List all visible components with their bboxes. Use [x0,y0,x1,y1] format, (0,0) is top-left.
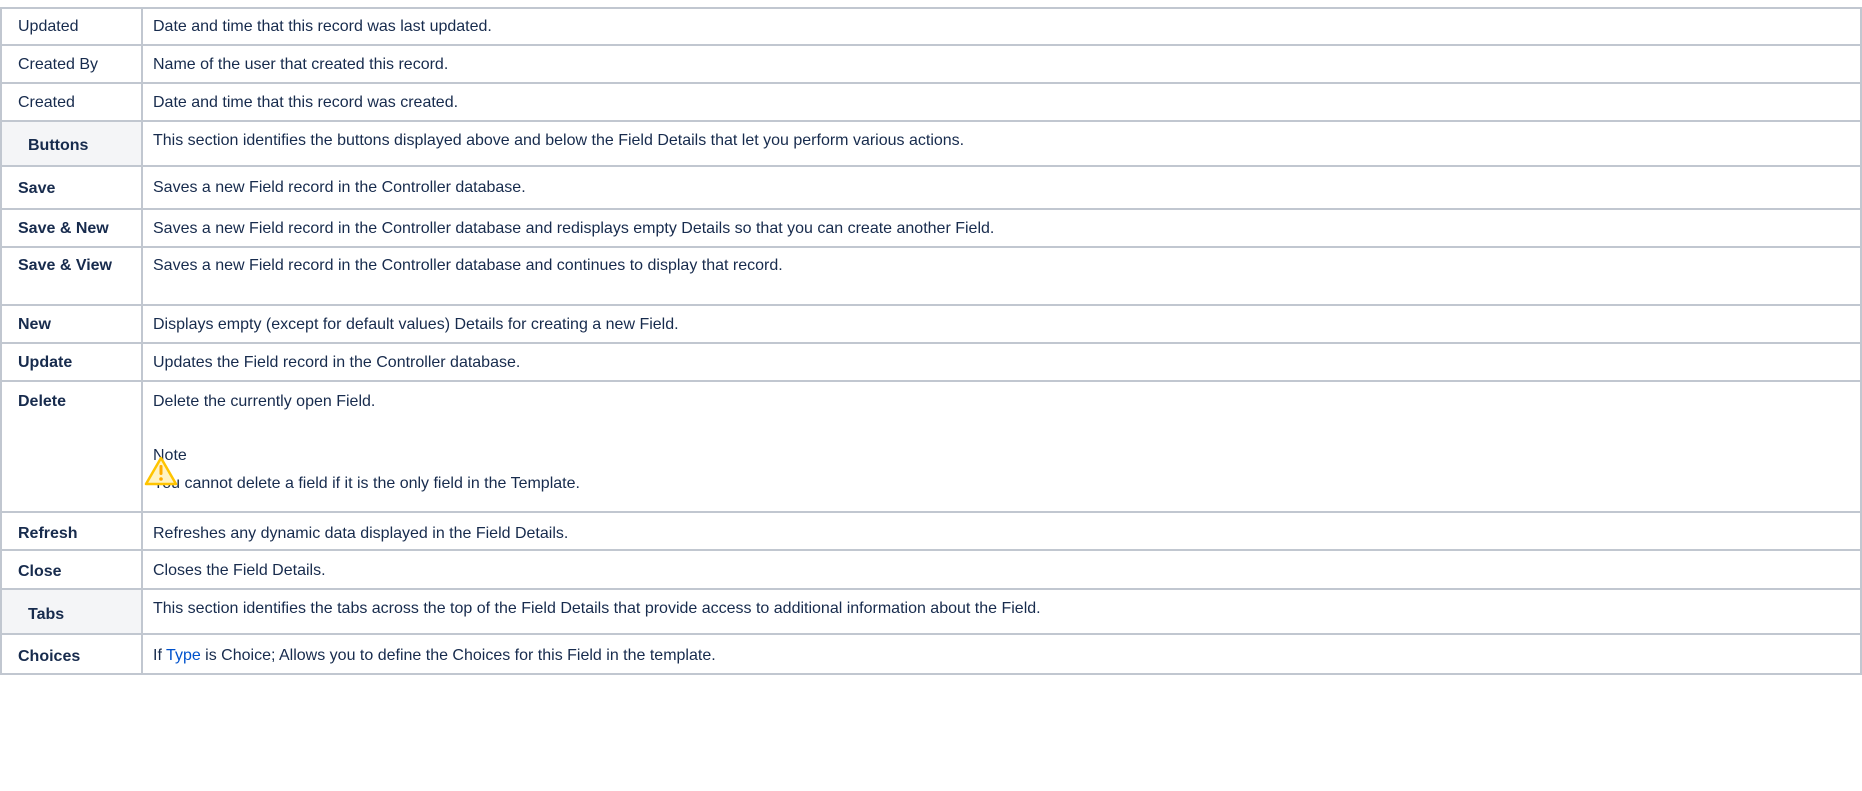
table-row: Save & View Saves a new Field record in … [0,246,1862,306]
row-description: If Type is Choice; Allows you to define … [141,633,1862,675]
section-header-row: Tabs This section identifies the tabs ac… [0,588,1862,635]
section-description: This section identifies the buttons disp… [141,120,1862,167]
table-row: New Displays empty (except for default v… [0,304,1862,344]
row-description-with-note: Delete the currently open Field. Note Yo… [141,380,1862,513]
row-description: Date and time that this record was last … [141,7,1862,46]
button-name: Close [0,549,143,590]
description-prefix: If [153,647,167,664]
button-name: Save & New [0,208,143,248]
table-row: Save Saves a new Field record in the Con… [0,165,1862,210]
table-row: Refresh Refreshes any dynamic data displ… [0,511,1862,551]
section-label: Tabs [0,588,143,635]
note-title: Note [153,447,187,464]
row-description: Displays empty (except for default value… [141,304,1862,344]
description-suffix: is Choice; Allows you to define the Choi… [200,647,716,664]
type-link[interactable]: Type [166,647,201,664]
button-name: Update [0,342,143,382]
row-description: Saves a new Field record in the Controll… [141,165,1862,210]
row-description: Delete the currently open Field. [153,393,376,410]
row-label: Created By [0,44,143,84]
table-row: Choices If Type is Choice; Allows you to… [0,633,1862,675]
section-header-row: Buttons This section identifies the butt… [0,120,1862,167]
section-description: This section identifies the tabs across … [141,588,1862,635]
field-details-table: Updated Date and time that this record w… [0,7,1862,675]
row-description: Updates the Field record in the Controll… [141,342,1862,382]
table-row: Update Updates the Field record in the C… [0,342,1862,382]
table-row: Created Date and time that this record w… [0,82,1862,122]
section-label: Buttons [0,120,143,167]
row-description: Saves a new Field record in the Controll… [141,208,1862,248]
button-name: Save [0,165,143,210]
row-description: Refreshes any dynamic data displayed in … [141,511,1862,551]
button-name: Refresh [0,511,143,551]
row-label: Updated [0,7,143,46]
row-description: Name of the user that created this recor… [141,44,1862,84]
button-name: Save & View [0,246,143,306]
row-description: Date and time that this record was creat… [141,82,1862,122]
row-label: Created [0,82,143,122]
warning-icon [144,456,178,486]
row-description: Saves a new Field record in the Controll… [141,246,1862,306]
button-name: Choices [0,633,143,675]
table-row: Updated Date and time that this record w… [0,7,1862,46]
button-name: New [0,304,143,344]
table-row: Created By Name of the user that created… [0,44,1862,84]
row-description: Closes the Field Details. [141,549,1862,590]
button-name: Delete [0,380,143,513]
note-text: You cannot delete a field if it is the o… [153,475,580,492]
table-row: Delete Delete the currently open Field. … [0,380,1862,513]
table-row: Close Closes the Field Details. [0,549,1862,590]
table-row: Save & New Saves a new Field record in t… [0,208,1862,248]
